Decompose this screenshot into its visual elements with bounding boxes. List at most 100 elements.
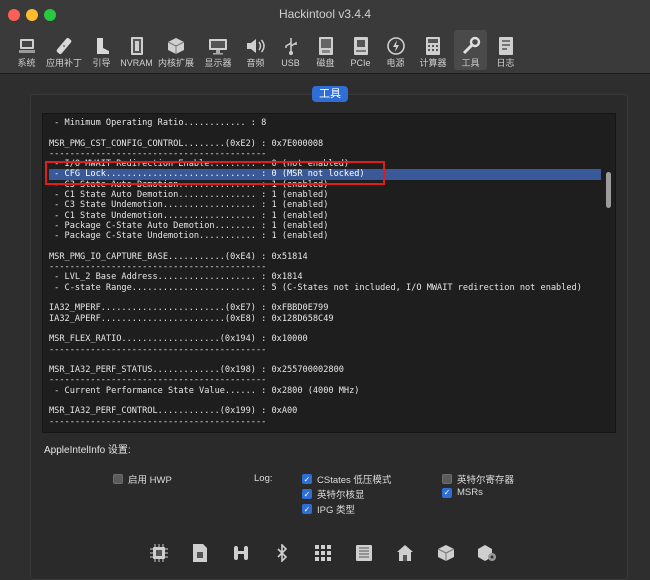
console-line[interactable]: MSR_IA32_PERF_STATUS.............(0x198)…: [49, 365, 601, 375]
titlebar: Hackintool v3.4.4 系统 应用补丁 引导 NVRAM 内核扩展: [0, 0, 650, 74]
checkbox-label: CStates 低压模式: [317, 475, 392, 486]
console-line[interactable]: [49, 396, 601, 406]
intel-gpu-checkbox[interactable]: ✓ 英特尔核显: [302, 487, 365, 501]
toolbar-label: 显示器: [204, 58, 232, 68]
console-line[interactable]: ----------------------------------------…: [49, 345, 601, 355]
console-line[interactable]: [49, 324, 601, 334]
cstates-checkbox[interactable]: ✓ CStates 低压模式: [302, 472, 391, 486]
package-settings-icon[interactable]: [476, 542, 498, 564]
toolbar-label: 引导: [92, 58, 111, 68]
toolbar-item-kext[interactable]: 内核扩展: [155, 30, 197, 70]
console-line[interactable]: - C1 State Undemotion.................. …: [49, 211, 601, 221]
checkbox-label: MSRs: [457, 487, 483, 498]
toolbar-label: 系统: [17, 58, 36, 68]
toolbar-label: 电源: [386, 58, 405, 68]
tab-tools[interactable]: 工具: [312, 86, 348, 102]
toolbar-item-boot[interactable]: 引导: [85, 30, 118, 70]
toolbar-label: USB: [281, 58, 300, 68]
calculator-icon: [422, 36, 444, 56]
toolbar-item-usb[interactable]: USB: [274, 30, 307, 70]
console-line[interactable]: - C3 State Undemotion.................. …: [49, 200, 601, 210]
console-line[interactable]: ----------------------------------------…: [49, 417, 601, 427]
console-line[interactable]: MSR_PMG_IO_CAPTURE_BASE...........(0xE4)…: [49, 252, 601, 262]
console-line[interactable]: ----------------------------------------…: [49, 149, 601, 159]
toolbar-item-system[interactable]: 系统: [10, 30, 43, 70]
console-line[interactable]: ----------------------------------------…: [49, 375, 601, 385]
toolbar-label: 音频: [246, 58, 265, 68]
console-line[interactable]: - LVL_2 Base Address................... …: [49, 272, 601, 282]
console-line[interactable]: MSR_FLEX_RATIO...................(0x194)…: [49, 334, 601, 344]
connector-icon[interactable]: [230, 542, 252, 564]
console-line[interactable]: - C1 State Auto Demotion............... …: [49, 190, 601, 200]
console-line[interactable]: [49, 355, 601, 365]
bluetooth-icon[interactable]: [271, 542, 293, 564]
checkbox-label: IPG 类型: [317, 505, 356, 516]
console-line[interactable]: - I/O MWAIT Redirection Enable......... …: [49, 159, 601, 169]
checkbox-label: 启用 HWP: [128, 475, 172, 486]
toolbar-item-nvram[interactable]: NVRAM: [120, 30, 153, 70]
toolbar-item-calculator[interactable]: 计算器: [414, 30, 452, 70]
home-icon[interactable]: [394, 542, 416, 564]
board-icon[interactable]: [353, 542, 375, 564]
console-output[interactable]: - Minimum Operating Ratio............ : …: [42, 113, 616, 433]
console-line[interactable]: - Package C-State Undemotion........... …: [49, 231, 601, 241]
console-line[interactable]: [49, 242, 601, 252]
checkmark-icon[interactable]: ✓: [442, 487, 452, 498]
sd-card-icon[interactable]: [189, 542, 211, 564]
toolbar-item-patch[interactable]: 应用补丁: [45, 30, 83, 70]
toolbar-label: 磁盘: [316, 58, 335, 68]
console-line[interactable]: ----------------------------------------…: [49, 262, 601, 272]
toolbar-label: PCIe: [350, 58, 371, 68]
toolbar-item-log[interactable]: 日志: [489, 30, 522, 70]
usb-icon: [280, 36, 302, 56]
checkmark-icon[interactable]: ✓: [302, 504, 312, 514]
grid-icon[interactable]: [312, 542, 334, 564]
intel-registers-checkbox[interactable]: 英特尔寄存器: [442, 472, 514, 486]
toolbar-item-audio[interactable]: 音频: [239, 30, 272, 70]
checkmark-icon[interactable]: ✓: [302, 489, 312, 499]
audio-icon: [245, 36, 267, 56]
msrs-checkbox[interactable]: ✓ MSRs: [442, 487, 483, 498]
toolbar-item-display[interactable]: 显示器: [199, 30, 237, 70]
console-line[interactable]: [49, 128, 601, 138]
hwp-checkbox[interactable]: 启用 HWP: [113, 472, 172, 486]
toolbar-item-pcie[interactable]: PCIe: [344, 30, 377, 70]
console-line-selected[interactable]: - CFG Lock............................. …: [49, 169, 601, 180]
toolbar-label: NVRAM: [120, 58, 153, 68]
bottom-toolbar: [148, 542, 517, 564]
appleintelinfo-settings-label: AppleIntelInfo 设置:: [44, 445, 131, 456]
toolbar-label: 应用补丁: [45, 58, 82, 68]
console-line[interactable]: - Current Performance State Value...... …: [49, 386, 601, 396]
console-line[interactable]: - Package C-State Auto Demotion........ …: [49, 221, 601, 231]
checkbox-box[interactable]: [113, 474, 123, 484]
log-icon: [495, 36, 517, 56]
toolbar-item-power[interactable]: 电源: [379, 30, 412, 70]
power-icon: [385, 36, 407, 56]
system-icon: [16, 36, 38, 56]
console-line[interactable]: - C-state Range........................ …: [49, 283, 601, 293]
console-line[interactable]: MSR_IA32_PERF_CONTROL............(0x199)…: [49, 406, 601, 416]
console-text: - Minimum Operating Ratio............ : …: [49, 118, 601, 427]
toolbar-label: 日志: [496, 58, 515, 68]
console-line[interactable]: - Minimum Operating Ratio............ : …: [49, 118, 601, 128]
console-line[interactable]: [49, 293, 601, 303]
toolbar-label: 内核扩展: [157, 58, 194, 68]
tools-icon: [460, 36, 482, 56]
package-icon[interactable]: [435, 542, 457, 564]
cpu-icon[interactable]: [148, 542, 170, 564]
pcie-icon: [350, 36, 372, 56]
toolbar-item-tools[interactable]: 工具: [454, 30, 487, 70]
ipg-type-checkbox[interactable]: ✓ IPG 类型: [302, 502, 355, 516]
window-title: Hackintool v3.4.4: [278, 7, 372, 21]
console-scrollbar[interactable]: [606, 172, 611, 208]
boot-icon: [91, 36, 113, 56]
toolbar-item-disk[interactable]: 磁盘: [309, 30, 342, 70]
console-line[interactable]: - C3 State Auto Demotion............... …: [49, 180, 601, 190]
console-line[interactable]: IA32_APERF........................(0xE8)…: [49, 314, 601, 324]
console-line[interactable]: IA32_MPERF........................(0xE7)…: [49, 303, 601, 313]
console-line[interactable]: MSR_PMG_CST_CONFIG_CONTROL........(0xE2)…: [49, 139, 601, 149]
patch-icon: [53, 36, 75, 56]
checkbox-box[interactable]: [442, 474, 452, 484]
checkmark-icon[interactable]: ✓: [302, 474, 312, 484]
checkbox-label: 英特尔核显: [317, 490, 365, 501]
